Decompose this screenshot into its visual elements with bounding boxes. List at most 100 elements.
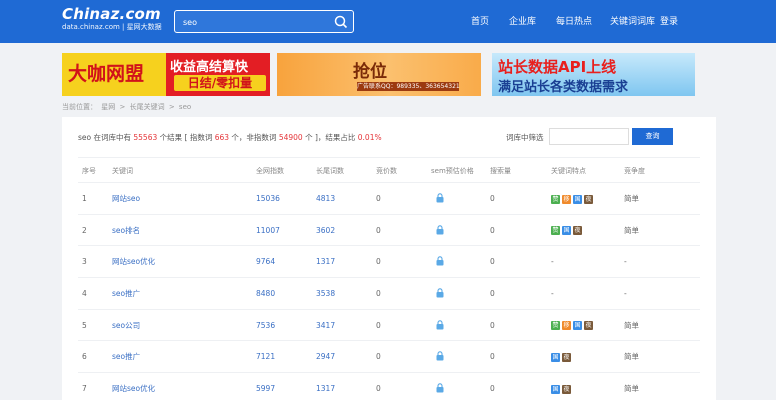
result-count: 55563 — [133, 133, 158, 142]
network-index: 5997 — [256, 384, 276, 394]
top-header: Chinaz.com data.chinaz.com | 星网大数据 首页 企业… — [0, 0, 776, 43]
col-header: 关键词特点 — [551, 167, 586, 175]
feature-tag-d: 夜 — [562, 352, 571, 362]
index-word-count: 663 — [214, 133, 230, 142]
row-number: 3 — [82, 257, 87, 267]
sem-price-cell — [436, 373, 444, 400]
col-header: 序号 — [82, 167, 96, 175]
breadcrumb-current: seo — [178, 103, 192, 111]
breadcrumb-longtail[interactable]: 长尾关键词 — [130, 103, 165, 111]
lock-icon[interactable] — [436, 375, 444, 393]
ad3-line2: 满足站长各类数据需求 — [498, 80, 629, 95]
col-header: 竞价数 — [376, 167, 397, 175]
lock-icon[interactable] — [436, 248, 444, 266]
filter-input[interactable] — [549, 128, 629, 145]
longtail-count: 3417 — [316, 320, 336, 330]
row-number: 6 — [82, 352, 87, 362]
keyword-link[interactable]: seo排名 — [112, 215, 140, 246]
breadcrumb-home[interactable]: 星网 — [101, 103, 115, 111]
query-button[interactable]: 查询 — [632, 128, 673, 145]
lock-icon[interactable] — [436, 343, 444, 361]
main-nav: 首页 企业库 每日热点 关键词词库 登录 — [0, 16, 776, 28]
competition: 简单 — [624, 352, 639, 362]
keyword-features: 国夜 — [551, 341, 573, 372]
keyword-features: 国夜 — [551, 373, 573, 400]
feature-tag-b: 国 — [573, 321, 582, 331]
feature-tag-b: 国 — [551, 352, 560, 362]
keyword-features: - — [551, 257, 554, 267]
lock-icon[interactable] — [436, 280, 444, 298]
bid-count: 0 — [376, 225, 381, 235]
competition: - — [624, 289, 627, 299]
table-row: 7 网站seo优化 5997 1317 0 0 国夜 简单 — [78, 373, 700, 400]
network-index: 9764 — [256, 257, 276, 267]
filter-label: 词库中筛选 — [506, 133, 544, 142]
longtail-count: 1317 — [316, 384, 336, 394]
ad-banner-1[interactable]: 大咖网盟 收益高结算快 日结/零扣量 — [62, 53, 270, 96]
table-body: 1 网站seo 15036 4813 0 0 赞移国夜简单 2 seo排名 11007 3602 0 0… — [78, 183, 700, 400]
longtail-count: 4813 — [316, 194, 336, 203]
col-header: sem预估价格 — [431, 167, 474, 175]
ad-banner-2[interactable]: 抢位 广告联系QQ：989335、363654321 — [277, 53, 481, 96]
result-ratio: 0.01% — [357, 133, 382, 142]
ad1-brand: 大咖网盟 — [62, 53, 166, 96]
network-index: 11007 — [256, 225, 280, 235]
ad2-sub: 广告联系QQ：989335、363654321 — [357, 82, 460, 91]
keyword-features: 赞移国夜 — [551, 183, 595, 214]
sem-price-cell — [436, 183, 444, 214]
competition: 简单 — [624, 320, 639, 330]
ad1-line2: 日结/零扣量 — [174, 75, 266, 91]
lock-icon[interactable] — [436, 312, 444, 330]
col-header: 全网指数 — [256, 167, 284, 175]
keyword-link[interactable]: seo公司 — [112, 310, 140, 341]
nav-daily-hot[interactable]: 每日热点 — [556, 16, 592, 28]
nav-company[interactable]: 企业库 — [509, 16, 536, 28]
summary-text: seo 在词库中有 — [78, 133, 134, 142]
feature-tag-g: 赞 — [551, 194, 560, 204]
longtail-count: 1317 — [316, 257, 336, 267]
keyword-link[interactable]: seo推广 — [112, 341, 140, 372]
row-number: 5 — [82, 320, 87, 330]
lock-icon[interactable] — [436, 217, 444, 235]
row-number: 1 — [82, 194, 87, 203]
keyword-link[interactable]: 网站seo优化 — [112, 246, 155, 277]
bid-count: 0 — [376, 384, 381, 394]
ad3-line1: 站长数据API上线 — [498, 58, 617, 76]
competition: 简单 — [624, 225, 639, 235]
keyword-link[interactable]: seo推广 — [112, 278, 140, 309]
breadcrumb: 当前位置： 星网 > 长尾关键词 > seo — [62, 102, 193, 112]
search-volume: 0 — [490, 352, 495, 362]
table-row: 5 seo公司 7536 3417 0 0 赞移国夜 简单 — [78, 310, 700, 342]
nav-keyword-library[interactable]: 关键词词库 — [610, 16, 655, 28]
feature-tag-g: 赞 — [551, 226, 560, 236]
bid-count: 0 — [376, 352, 381, 362]
bid-count: 0 — [376, 320, 381, 330]
competition: 简单 — [624, 384, 639, 394]
lock-icon[interactable] — [436, 185, 444, 203]
result-summary: seo 在词库中有 55563 个结果 [ 指数词 663 个，非指数词 549… — [78, 132, 382, 143]
longtail-count: 3538 — [316, 289, 336, 299]
feature-tag-o: 移 — [562, 194, 571, 204]
nav-login[interactable]: 登录 — [660, 16, 678, 28]
sem-price-cell — [436, 310, 444, 341]
feature-tag-g: 赞 — [551, 321, 560, 331]
table-row: 1 网站seo 15036 4813 0 0 赞移国夜 简单 — [78, 183, 700, 215]
keyword-link[interactable]: 网站seo — [112, 183, 140, 214]
feature-tag-b: 国 — [562, 226, 571, 236]
keyword-features: - — [551, 289, 554, 299]
breadcrumb-sep: > — [119, 103, 126, 111]
network-index: 7121 — [256, 352, 276, 362]
search-volume: 0 — [490, 289, 495, 299]
longtail-count: 3602 — [316, 225, 336, 235]
feature-tag-b: 国 — [551, 384, 560, 394]
keyword-features: 赞移国夜 — [551, 310, 595, 341]
feature-tag-b: 国 — [573, 194, 582, 204]
ad-banner-3[interactable]: 站长数据API上线 满足站长各类数据需求 — [492, 53, 695, 96]
search-volume: 0 — [490, 225, 495, 235]
keyword-link[interactable]: 网站seo优化 — [112, 373, 155, 400]
bid-count: 0 — [376, 194, 381, 203]
feature-tag-d: 夜 — [562, 384, 571, 394]
network-index: 15036 — [256, 194, 280, 203]
nav-home[interactable]: 首页 — [471, 16, 489, 28]
sem-price-cell — [436, 246, 444, 277]
